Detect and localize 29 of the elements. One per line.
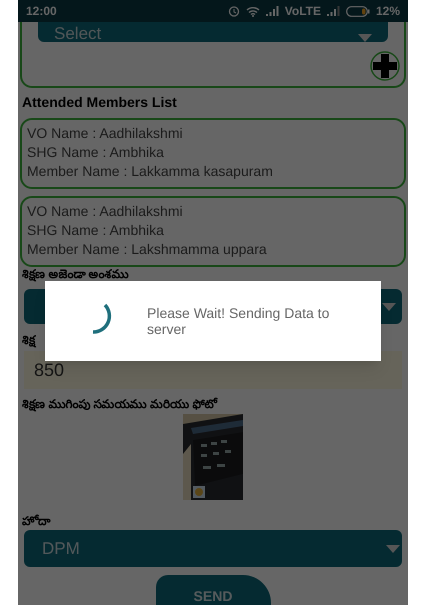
field-label: శిక్షణ అజెండా అంశము	[21, 267, 130, 281]
wifi-icon	[246, 6, 260, 16]
alarm-icon	[228, 5, 240, 17]
signal-icon	[266, 6, 279, 16]
send-button[interactable]: SEND	[156, 575, 270, 605]
field-label: శిక్ష	[21, 333, 37, 347]
field-label: శిక్షణ ముగింపు సమయము మరియు ఫోటో	[21, 397, 219, 411]
add-icon[interactable]	[370, 51, 400, 81]
battery-icon	[346, 6, 370, 16]
select-dropdown[interactable]: Select	[38, 22, 388, 42]
field-label: హోదా	[21, 514, 52, 528]
member-info: SHG Name : Ambhika	[27, 221, 165, 240]
dialog-message: Please Wait! Sending Data to server	[147, 305, 330, 337]
signal-icon	[326, 6, 340, 16]
network-label: VoLTE	[284, 3, 321, 20]
caret-icon	[382, 302, 396, 310]
member-info: VO Name : Aadhilakshmi	[27, 124, 184, 143]
clock-time: 12:00	[26, 3, 57, 20]
member-card[interactable]: VO Name : Aadhilakshmi SHG Name : Ambhika Member Name : Lakkamma kasapuram	[20, 118, 406, 189]
member-card[interactable]: VO Name : Aadhilakshmi SHG Name : Ambhika Member Name : Lakshmamma uppara	[20, 196, 406, 267]
battery-percent: 12%	[376, 3, 400, 20]
member-info: VO Name : Aadhilakshmi	[27, 202, 184, 221]
designation-dropdown[interactable]: DPM	[24, 530, 402, 567]
member-info: Member Name : Lakshmamma uppara	[27, 240, 268, 259]
caret-icon	[358, 34, 372, 42]
section-title: Attended Members List	[21, 93, 178, 112]
member-info: SHG Name : Ambhika	[27, 143, 165, 162]
caret-icon	[386, 544, 400, 552]
member-info: Member Name : Lakkamma kasapuram	[27, 162, 274, 181]
